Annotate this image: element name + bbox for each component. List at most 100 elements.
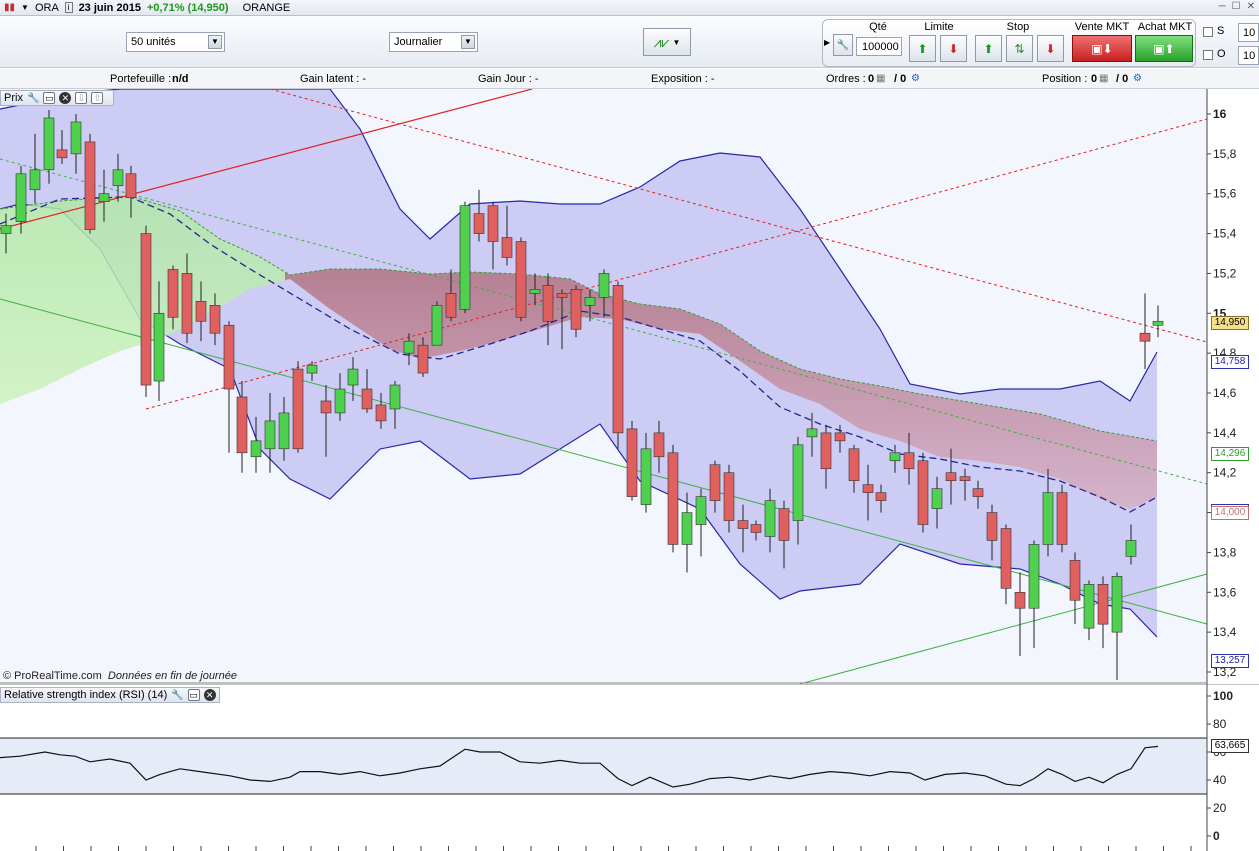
candle-body bbox=[750, 524, 762, 533]
quote-date: 23 juin 2015 bbox=[78, 1, 141, 14]
stop-mixed-button[interactable]: ⇅ bbox=[1006, 35, 1033, 62]
price-tag: 14,000 bbox=[1211, 505, 1249, 520]
stop-label: Stop bbox=[1006, 21, 1030, 33]
limit-sell-button[interactable]: ⬇ bbox=[940, 35, 967, 62]
candle-body bbox=[236, 396, 248, 454]
candle-body bbox=[361, 388, 373, 410]
rsi-tick-label: 0 bbox=[1213, 829, 1220, 843]
dropdown-icon[interactable]: ▼ bbox=[21, 3, 29, 12]
candle-body bbox=[125, 173, 137, 198]
window-icon[interactable]: ▭ bbox=[43, 92, 56, 104]
candle-body bbox=[1000, 528, 1012, 589]
candle-body bbox=[1069, 560, 1081, 601]
s-input[interactable]: 10 bbox=[1238, 23, 1259, 42]
candle-body bbox=[347, 368, 359, 386]
candle-body bbox=[889, 452, 901, 462]
move-down-icon[interactable]: ⇩ bbox=[75, 92, 88, 104]
rsi-value-tag: 63,665 bbox=[1211, 739, 1249, 753]
indicators-button[interactable]: ⩘⩗ ▼ bbox=[643, 28, 691, 56]
quantity-select[interactable]: 50 unités ▼ bbox=[126, 32, 225, 52]
candle-body bbox=[459, 205, 471, 310]
candle-body bbox=[1111, 576, 1123, 633]
buy-doc-icon: ▣⬆ bbox=[1153, 41, 1175, 56]
title-bar: ▮▮ ▼ ORA i 23 juin 2015 +0,71% (14,950) … bbox=[0, 0, 1259, 16]
position-count: 0 bbox=[1091, 73, 1098, 85]
close-icon[interactable]: ✕ bbox=[203, 689, 216, 701]
s-label: S bbox=[1217, 25, 1225, 37]
price-change: +0,71% (14,950) bbox=[146, 1, 229, 14]
expand-arrow-icon[interactable]: ▶ bbox=[824, 38, 830, 47]
candle-body bbox=[570, 289, 582, 330]
candle-body bbox=[84, 141, 96, 230]
limit-buy-button[interactable]: ⬆ bbox=[909, 35, 936, 62]
minimize-icon[interactable]: ─ bbox=[1219, 1, 1226, 12]
price-tick-label: 14,2 bbox=[1213, 466, 1237, 480]
wrench-icon[interactable]: 🔧 bbox=[171, 690, 183, 701]
close-icon[interactable]: ✕ bbox=[59, 92, 72, 104]
candle-body bbox=[626, 428, 638, 497]
orders-doc-icon[interactable]: ▦ bbox=[876, 73, 885, 84]
info-icon[interactable]: i bbox=[64, 2, 73, 13]
candle-body bbox=[334, 388, 346, 414]
price-tick-label: 15,6 bbox=[1213, 187, 1237, 201]
candle-body bbox=[43, 117, 55, 171]
o-checkbox[interactable] bbox=[1203, 50, 1213, 60]
candle-body bbox=[278, 412, 290, 450]
orders-total: / 0 bbox=[894, 73, 907, 85]
candle-body bbox=[223, 324, 235, 390]
chevron-down-icon[interactable]: ▼ bbox=[208, 35, 222, 49]
wrench-button[interactable]: 🔧 bbox=[833, 34, 853, 56]
price-tick-label: 15,4 bbox=[1213, 227, 1237, 241]
o-label: O bbox=[1217, 48, 1226, 60]
candle-body bbox=[709, 464, 721, 501]
candle-body bbox=[598, 273, 610, 298]
rsi-tick-label: 80 bbox=[1213, 717, 1227, 731]
close-window-icon[interactable]: ✕ bbox=[1247, 1, 1255, 12]
candle-body bbox=[667, 452, 679, 545]
price-chart[interactable]: 1615,815,615,415,21514,814,614,414,21413… bbox=[0, 89, 1259, 684]
maximize-icon[interactable]: ☐ bbox=[1232, 1, 1241, 12]
candle-body bbox=[250, 440, 262, 458]
candle-body bbox=[529, 289, 541, 294]
s-checkbox[interactable] bbox=[1203, 27, 1213, 37]
candle-body bbox=[834, 432, 846, 442]
chart-icon[interactable]: ▮▮ bbox=[4, 2, 15, 13]
qty-label: Qté bbox=[869, 21, 887, 33]
candle-body bbox=[515, 241, 527, 318]
price-tick-label: 13,8 bbox=[1213, 545, 1237, 559]
period-select[interactable]: Journalier ▼ bbox=[389, 32, 478, 52]
candle-body bbox=[403, 340, 415, 354]
stop-sell-button[interactable]: ⬇ bbox=[1037, 35, 1064, 62]
buy-mkt-button[interactable]: ▣⬆ bbox=[1135, 35, 1193, 62]
candle-body bbox=[1028, 544, 1040, 609]
position-gear-icon[interactable]: ⚙ bbox=[1133, 73, 1142, 84]
order-panel: ▶ 🔧 Qté 100000 Limite ⬆ ⬇ Stop ⬆ ⇅ ⬇ Ven… bbox=[822, 19, 1196, 67]
candle-body bbox=[153, 312, 165, 382]
candle-body bbox=[70, 121, 82, 155]
candle-body bbox=[862, 484, 874, 493]
rsi-chart[interactable]: 100806040200 bbox=[0, 684, 1259, 851]
position-doc-icon[interactable]: ▦ bbox=[1099, 73, 1108, 84]
orders-gear-icon[interactable]: ⚙ bbox=[911, 73, 920, 84]
candle-body bbox=[431, 305, 443, 346]
o-input[interactable]: 10 bbox=[1238, 46, 1259, 65]
candle-body bbox=[56, 149, 68, 159]
sell-mkt-button[interactable]: ▣⬇ bbox=[1072, 35, 1132, 62]
candle-body bbox=[306, 364, 318, 374]
wrench-icon[interactable]: 🔧 bbox=[27, 93, 39, 104]
qty-input[interactable]: 100000 bbox=[856, 37, 902, 56]
candle-body bbox=[29, 169, 41, 191]
info-bar: Portefeuille : n/d Gain latent : - Gain … bbox=[0, 69, 1259, 89]
candle-body bbox=[195, 301, 207, 322]
candle-body bbox=[945, 472, 957, 481]
move-up-icon[interactable]: ⇧ bbox=[91, 92, 104, 104]
window-icon[interactable]: ▭ bbox=[187, 689, 200, 701]
chevron-down-icon[interactable]: ▼ bbox=[461, 35, 475, 49]
position-label: Position : bbox=[1042, 73, 1088, 85]
candle-body bbox=[1083, 584, 1095, 629]
candle-body bbox=[473, 213, 485, 234]
candle-body bbox=[723, 472, 735, 521]
candle-body bbox=[695, 496, 707, 525]
candle-body bbox=[820, 432, 832, 470]
stop-buy-button[interactable]: ⬆ bbox=[975, 35, 1002, 62]
